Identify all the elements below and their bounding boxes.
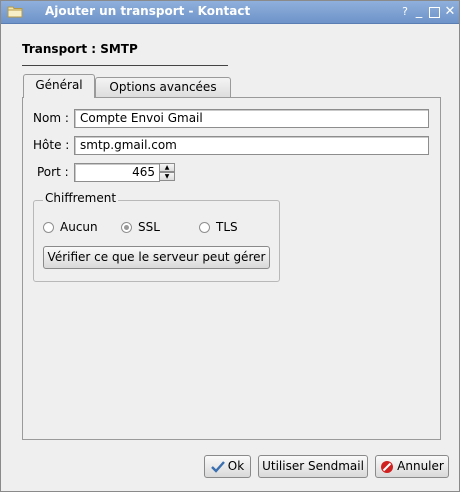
port-decrement-button[interactable]: ▼ bbox=[159, 172, 175, 181]
radio-tls[interactable] bbox=[199, 222, 210, 233]
close-button[interactable]: ✕ bbox=[442, 4, 458, 20]
verify-server-button[interactable]: Vérifier ce que le serveur peut gérer bbox=[43, 246, 270, 269]
port-label: Port : bbox=[37, 165, 69, 179]
tab-general[interactable]: Général bbox=[23, 74, 95, 98]
encryption-group-title: Chiffrement bbox=[43, 191, 119, 205]
radio-none-label[interactable]: Aucun bbox=[60, 220, 98, 234]
dialog-window: Ajouter un transport - Kontact ? _ ✕ Tra… bbox=[0, 0, 460, 492]
radio-tls-label[interactable]: TLS bbox=[216, 220, 238, 234]
window-title: Ajouter un transport - Kontact bbox=[45, 4, 251, 18]
tab-advanced-options[interactable]: Options avancées bbox=[95, 77, 231, 98]
folder-icon bbox=[7, 6, 23, 18]
minimize-button[interactable]: _ bbox=[411, 4, 427, 20]
port-stepper[interactable]: 465 bbox=[74, 163, 160, 182]
use-sendmail-button[interactable]: Utiliser Sendmail bbox=[258, 455, 368, 478]
checkmark-icon bbox=[210, 460, 225, 473]
radio-ssl-label[interactable]: SSL bbox=[138, 220, 160, 234]
maximize-button[interactable] bbox=[426, 4, 442, 20]
cancel-button[interactable]: Annuler bbox=[375, 455, 449, 478]
heading-divider bbox=[22, 65, 228, 66]
name-field[interactable]: Compte Envoi Gmail bbox=[74, 109, 429, 128]
ok-button[interactable]: Ok bbox=[204, 455, 251, 478]
ok-button-label: Ok bbox=[227, 459, 245, 473]
radio-ssl[interactable] bbox=[121, 222, 132, 233]
cancel-icon bbox=[381, 460, 394, 473]
radio-none[interactable] bbox=[43, 222, 54, 233]
page-title: Transport : SMTP bbox=[22, 42, 138, 56]
maximize-icon bbox=[428, 7, 440, 18]
title-bar[interactable]: Ajouter un transport - Kontact ? _ ✕ bbox=[1, 1, 459, 24]
port-increment-button[interactable]: ▲ bbox=[159, 163, 175, 172]
name-label: Nom : bbox=[33, 111, 69, 125]
host-field[interactable]: smtp.gmail.com bbox=[74, 136, 429, 155]
encryption-group bbox=[33, 200, 280, 282]
cancel-button-label: Annuler bbox=[397, 459, 444, 473]
host-label: Hôte : bbox=[33, 138, 70, 152]
